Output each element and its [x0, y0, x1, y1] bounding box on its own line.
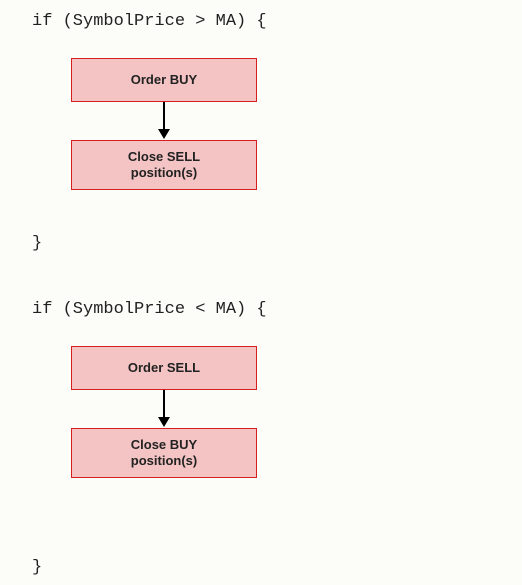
order-buy-box: Order BUY [71, 58, 257, 102]
close-brace-1: } [32, 234, 42, 253]
trading-logic-diagram: if (SymbolPrice > MA) { Order BUY Close … [0, 0, 522, 585]
close-brace-2: } [32, 558, 42, 577]
order-sell-label: Order SELL [128, 360, 200, 376]
if-condition-2: if (SymbolPrice < MA) { [32, 300, 267, 319]
close-buy-box: Close BUY position(s) [71, 428, 257, 478]
close-sell-label: Close SELL position(s) [128, 149, 200, 182]
order-sell-box: Order SELL [71, 346, 257, 390]
order-buy-label: Order BUY [131, 72, 197, 88]
if-condition-1: if (SymbolPrice > MA) { [32, 12, 267, 31]
close-sell-box: Close SELL position(s) [71, 140, 257, 190]
close-buy-label: Close BUY position(s) [131, 437, 197, 470]
